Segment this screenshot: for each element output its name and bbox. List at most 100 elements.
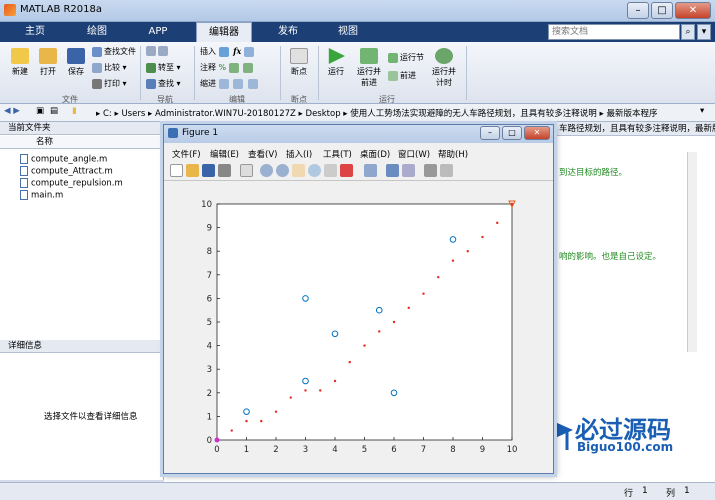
colorbar-icon[interactable] — [386, 164, 399, 177]
tab-apps[interactable]: APP — [133, 22, 183, 42]
back-forward-icon[interactable]: ◀ ▶ — [4, 106, 20, 116]
close-button[interactable]: ✕ — [675, 2, 711, 19]
name-column-header[interactable]: 名称 — [0, 136, 163, 149]
code-comment: 响的影响。也是自己设定。 — [559, 252, 662, 262]
advance-button[interactable]: 前进 — [388, 70, 416, 81]
menu-insert[interactable]: 插入(I) — [286, 148, 312, 160]
breadcrumb-item[interactable]: 最新版本程序 — [606, 109, 657, 119]
file-item[interactable]: compute_repulsion.m — [20, 178, 123, 189]
path-point — [451, 259, 455, 262]
current-folder-header: 当前文件夹 — [0, 122, 163, 135]
figure-minimize-button[interactable]: – — [480, 126, 500, 140]
print-button[interactable]: 打印 ▾ — [92, 78, 127, 89]
path-point — [333, 379, 337, 383]
figure-window[interactable]: Figure 1 – □ ✕ 文件(F) 编辑(E) 查看(V) 插入(I) 工… — [163, 124, 554, 474]
zoom-in-icon[interactable] — [260, 164, 273, 177]
find-files-button[interactable]: 查找文件 — [92, 46, 136, 57]
breadcrumb-item[interactable]: 使用人工势场法实现避障的无人车路径规划，且具有较多注释说明 — [350, 109, 597, 119]
figure-close-button[interactable]: ✕ — [524, 126, 550, 140]
x-tick-label: 7 — [421, 445, 426, 455]
open-button[interactable]: 打开 — [34, 48, 62, 77]
menu-tools[interactable]: 工具(T) — [323, 148, 352, 160]
open-icon[interactable] — [186, 164, 199, 177]
minimize-button[interactable]: – — [627, 2, 649, 19]
menu-help[interactable]: 帮助(H) — [438, 148, 468, 160]
data-cursor-icon[interactable] — [324, 164, 337, 177]
save-icon[interactable] — [202, 164, 215, 177]
tab-home[interactable]: 主页 — [10, 22, 60, 42]
menu-view[interactable]: 查看(V) — [248, 148, 277, 160]
rotate-icon[interactable] — [308, 164, 321, 177]
ribbon-separator — [140, 46, 141, 100]
x-tick-label: 10 — [507, 445, 518, 455]
brush-icon[interactable] — [340, 164, 353, 177]
tab-view[interactable]: 视图 — [323, 22, 373, 42]
path-point — [407, 306, 410, 310]
file-item[interactable]: compute_angle.m — [20, 154, 107, 165]
run-time-icon — [435, 48, 453, 64]
status-bar: 行 1 列 1 — [0, 482, 715, 500]
find-button[interactable]: 查找 ▾ — [146, 78, 181, 89]
show-plot-tools-icon[interactable] — [440, 164, 453, 177]
save-button[interactable]: 保存 — [62, 48, 90, 77]
run-button[interactable]: 运行 — [322, 48, 350, 77]
address-dropdown-icon[interactable]: ▾ — [700, 106, 704, 116]
details-header: 详细信息 — [0, 340, 163, 353]
back-forward-buttons[interactable] — [146, 46, 170, 56]
maximize-button[interactable]: □ — [651, 2, 673, 19]
breadcrumb-item[interactable]: Users — [121, 109, 145, 119]
pointer-icon[interactable] — [240, 164, 253, 177]
print-icon[interactable] — [218, 164, 231, 177]
run-and-advance-button[interactable]: 运行并 前进 — [354, 48, 384, 88]
breakpoints-button[interactable]: 断点 — [284, 48, 314, 77]
file-item[interactable]: compute_Attract.m — [20, 166, 113, 177]
title-bar: MATLAB R2018a – □ ✕ — [0, 0, 715, 22]
comment-button[interactable]: 注释 % — [200, 62, 255, 73]
new-figure-icon[interactable] — [170, 164, 183, 177]
search-icon[interactable]: ⌕ — [681, 24, 695, 40]
plot-canvas[interactable]: 0 1 2 3 4 5 6 7 8 9 10 0 1 2 3 4 5 6 7 8 9 10 — [164, 182, 553, 473]
menu-edit[interactable]: 编辑(E) — [210, 148, 239, 160]
tab-editor[interactable]: 编辑器 — [196, 22, 252, 42]
legend-icon[interactable] — [402, 164, 415, 177]
y-tick-label: 7 — [207, 271, 212, 281]
link-icon[interactable] — [364, 164, 377, 177]
forward-icon — [158, 46, 168, 56]
indent-icon — [218, 78, 229, 89]
breadcrumb-item[interactable]: C: — [103, 109, 112, 119]
hide-plot-tools-icon[interactable] — [424, 164, 437, 177]
run-section-button[interactable]: 运行节 — [388, 52, 424, 63]
breadcrumb: ▸ C: ▸ Users ▸ Administrator.WIN7U-20180… — [96, 109, 658, 119]
path-point — [289, 396, 292, 399]
menu-window[interactable]: 窗口(W) — [398, 148, 430, 160]
menu-desktop[interactable]: 桌面(D) — [360, 148, 390, 160]
current-folder-panel: 当前文件夹 名称 compute_angle.m compute_Attract… — [0, 122, 164, 344]
ribbon-separator — [280, 46, 281, 100]
path-point — [378, 330, 381, 333]
file-item[interactable]: main.m — [20, 190, 63, 201]
indent-button[interactable]: 缩进 — [200, 78, 260, 89]
goto-button[interactable]: 转至 ▾ — [146, 62, 181, 73]
figure-title: Figure 1 — [182, 128, 219, 138]
tab-plots[interactable]: 绘图 — [72, 22, 122, 42]
uncomment-icon — [243, 62, 254, 73]
x-tick-label: 9 — [480, 445, 485, 455]
breadcrumb-item[interactable]: Desktop — [306, 109, 341, 119]
pan-icon[interactable] — [292, 164, 305, 177]
search-docs-input[interactable]: 搜索文档 — [548, 24, 680, 40]
address-bar[interactable]: ◀ ▶ ▣ ▤ ▮ ▸ C: ▸ Users ▸ Administrator.W… — [0, 104, 715, 122]
compare-button[interactable]: 比较 ▾ — [92, 62, 127, 73]
breadcrumb-item[interactable]: Administrator.WIN7U-20180127Z — [155, 109, 296, 119]
up-folder-icon[interactable]: ▣ — [36, 106, 44, 116]
run-and-time-button[interactable]: 运行并 计时 — [428, 48, 460, 88]
browse-folder-icon[interactable]: ▤ — [50, 106, 58, 116]
tab-publish[interactable]: 发布 — [263, 22, 313, 42]
figure-maximize-button[interactable]: □ — [502, 126, 522, 140]
menu-file[interactable]: 文件(F) — [172, 148, 201, 160]
zoom-out-icon[interactable] — [276, 164, 289, 177]
new-button[interactable]: 新建 — [6, 48, 34, 77]
row-label: 行 — [624, 489, 634, 499]
editor-scrollbar[interactable] — [687, 152, 697, 352]
insert-button[interactable]: 插入 fx — [200, 46, 256, 57]
help-dropdown-icon[interactable]: ▾ — [697, 24, 711, 40]
